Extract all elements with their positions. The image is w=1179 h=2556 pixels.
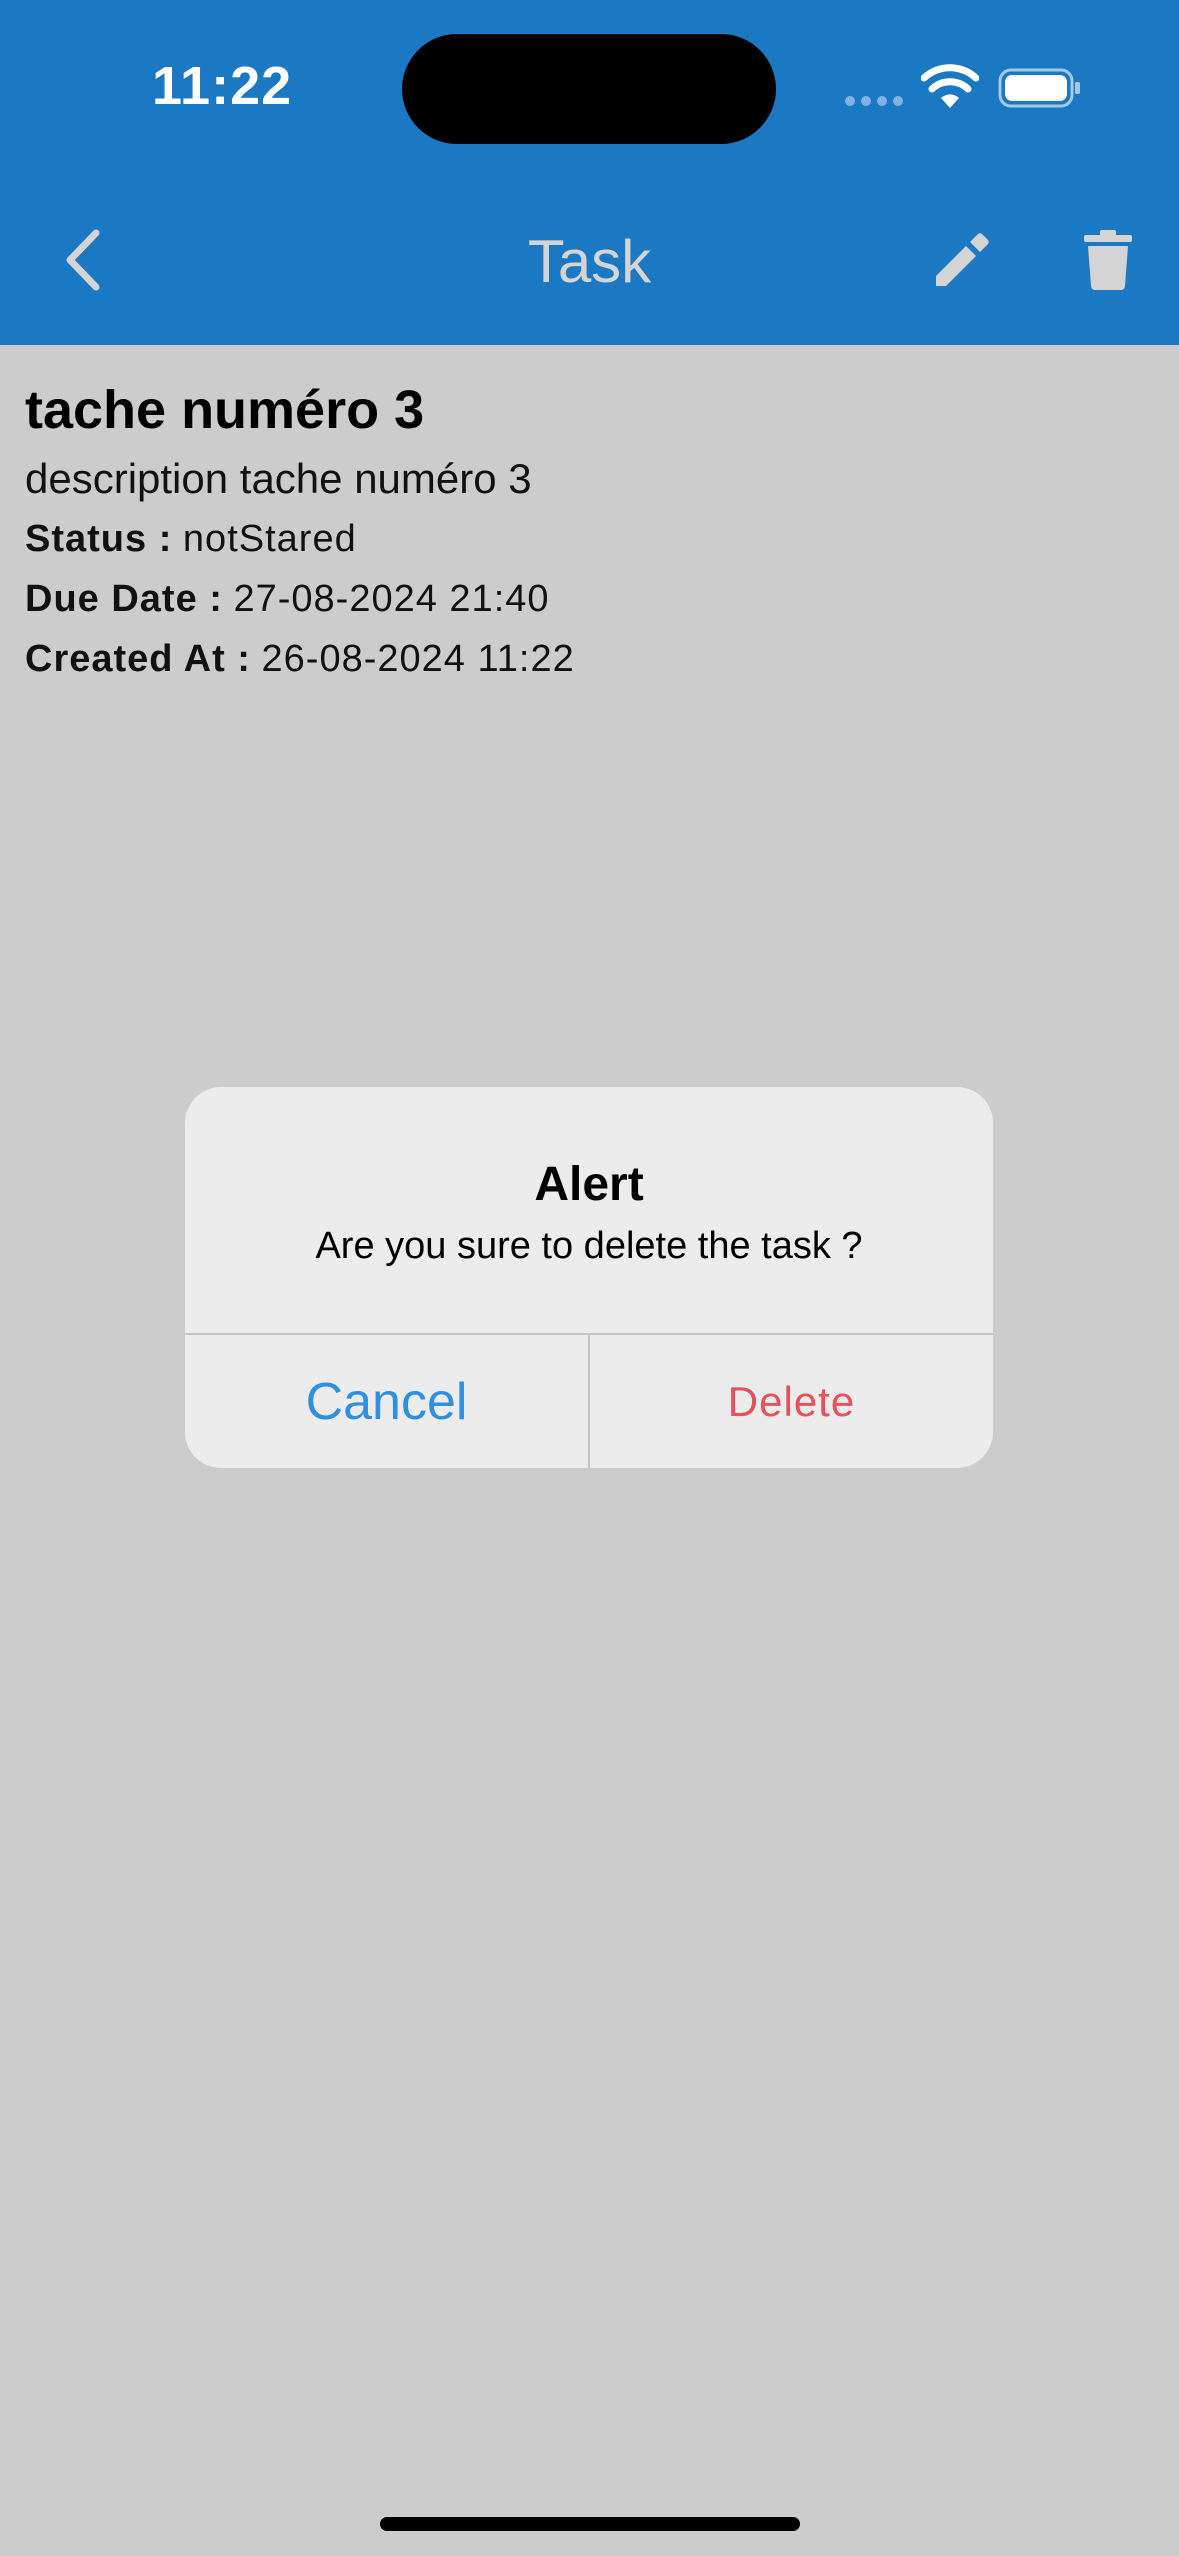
task-details: tache numéro 3 description tache numéro … (25, 375, 575, 687)
delete-confirmation-dialog: Alert Are you sure to delete the task ? … (185, 1087, 993, 1468)
edit-pencil-icon[interactable] (932, 228, 992, 290)
battery-icon (998, 68, 1080, 108)
alert-message: Are you sure to delete the task ? (315, 1225, 863, 1267)
page-title: Task (527, 228, 652, 295)
cancel-button[interactable]: Cancel (185, 1335, 588, 1468)
app-header: 11:22 Task (0, 0, 1179, 345)
status-value: notStared (182, 518, 357, 560)
alert-title: Alert (534, 1158, 644, 1211)
cellular-signal-icon (845, 96, 905, 106)
created-at-label: Created At : (25, 638, 251, 680)
due-date-label: Due Date : (25, 578, 223, 620)
trash-icon[interactable] (1084, 230, 1132, 290)
status-label: Status : (25, 518, 173, 560)
status-bar-time: 11:22 (152, 56, 293, 116)
dynamic-island (402, 34, 776, 144)
delete-button[interactable]: Delete (590, 1335, 993, 1468)
task-due-date-row: Due Date : 27-08-2024 21:40 (25, 571, 575, 627)
task-description: description tache numéro 3 (25, 455, 532, 502)
task-created-at-row: Created At : 26-08-2024 11:22 (25, 631, 575, 687)
wifi-icon (921, 64, 979, 108)
task-title: tache numéro 3 (25, 380, 425, 440)
created-at-value: 26-08-2024 11:22 (261, 638, 575, 680)
home-indicator[interactable] (380, 2517, 800, 2531)
task-status-row: Status : notStared (25, 511, 575, 567)
due-date-value: 27-08-2024 21:40 (233, 578, 550, 620)
